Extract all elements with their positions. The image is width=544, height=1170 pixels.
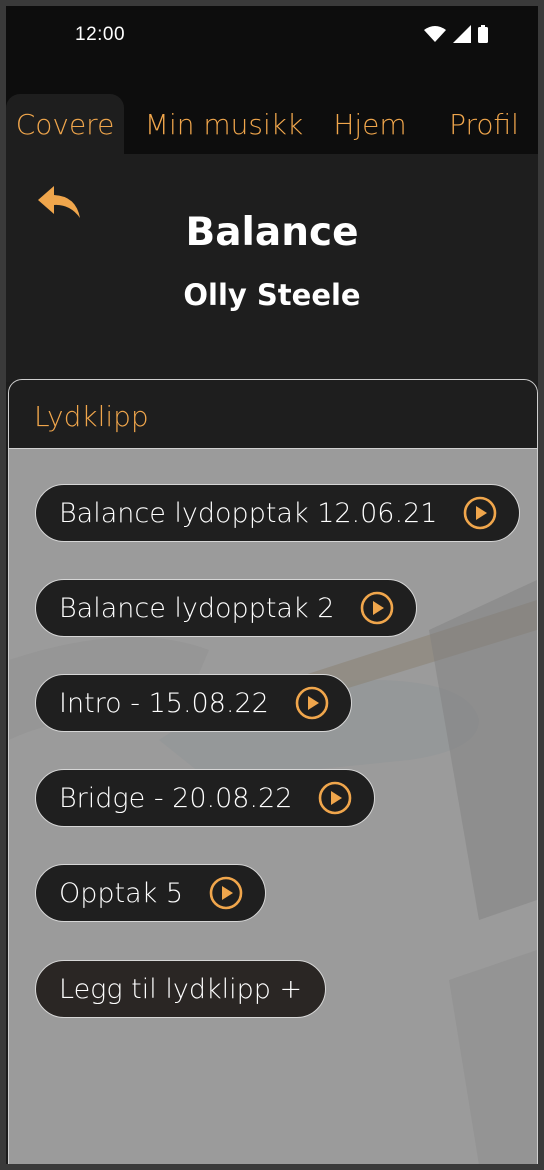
play-circle-icon[interactable] [360,591,394,625]
play-circle-icon[interactable] [463,496,497,530]
song-title: Balance [185,210,359,255]
panel-title: Lydklipp [34,400,149,433]
clip-button[interactable]: Opptak 5 [35,864,267,922]
clip-label: Opptak 5 [59,877,184,909]
play-circle-icon[interactable] [295,686,329,720]
clip-button[interactable]: Intro - 15.08.22 [35,674,352,732]
audio-clips-panel: Lydklipp Balance lydopptak 12.06.21 Bala… [8,379,538,1164]
clip-label: Intro - 15.08.22 [59,687,269,719]
artist-name: Olly Steele [183,278,361,312]
tab-min-musikk[interactable]: Min musikk [144,94,304,154]
clip-label: Bridge - 20.08.22 [59,782,293,814]
tab-profil[interactable]: Profil [436,94,532,154]
song-header: Balance Olly Steele [6,154,538,382]
clip-button[interactable]: Bridge - 20.08.22 [35,769,376,827]
signal-icon [453,25,471,43]
phone-screen: 12:00 Covere Min musikk Hjem Profil Bala… [6,6,538,1164]
status-time: 12:00 [75,24,126,45]
clip-label: Balance lydopptak 2 [59,592,335,624]
status-icons [424,25,488,43]
status-bar: 12:00 [6,6,538,66]
panel-header: Lydklipp [9,380,537,449]
battery-icon [478,25,488,43]
clip-label: Balance lydopptak 12.06.21 [59,497,438,529]
tab-hjem[interactable]: Hjem [328,94,412,154]
tab-bar: Covere Min musikk Hjem Profil [6,66,538,154]
play-circle-icon[interactable] [209,876,243,910]
clip-button[interactable]: Balance lydopptak 12.06.21 [35,484,521,542]
tab-covere[interactable]: Covere [6,94,124,154]
add-clip-button[interactable]: Legg til lydklipp + [35,960,327,1018]
clip-button[interactable]: Balance lydopptak 2 [35,579,418,637]
play-circle-icon[interactable] [318,781,352,815]
wifi-icon [424,26,446,42]
